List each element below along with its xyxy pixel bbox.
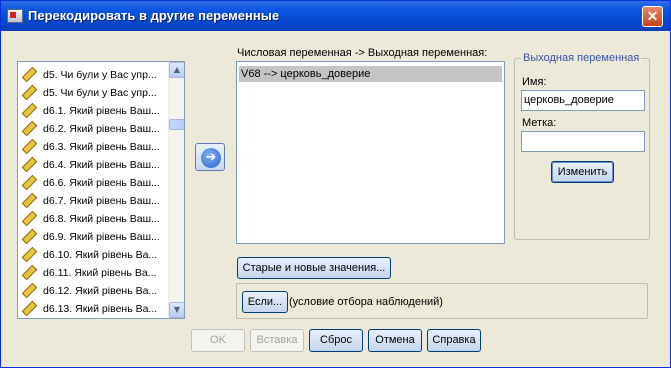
scale-ruler-icon — [21, 120, 38, 136]
scale-ruler-icon — [21, 228, 38, 244]
source-variable-list[interactable]: d5. Чи були у Вас упр... d5. Чи були у Ва… — [17, 61, 185, 319]
output-variable-group-title: Выходная переменная — [521, 52, 642, 64]
variable-list-item[interactable]: d6.2. Який рівень Ваш... — [21, 120, 160, 138]
paste-button[interactable]: Вставка — [250, 329, 304, 352]
variable-label: d6.8. Який рівень Ваш... — [43, 213, 160, 225]
scale-ruler-icon — [21, 264, 38, 280]
variable-label: d6.6. Який рівень Ваш... — [43, 177, 160, 189]
variable-label: d5. Чи були у Вас упр... — [43, 87, 157, 99]
label-label: Метка: — [522, 117, 557, 129]
ok-button[interactable]: OK — [191, 329, 245, 352]
scale-ruler-icon — [21, 282, 38, 298]
variable-label: d6.9. Який рівень Ваш... — [43, 231, 160, 243]
variable-label: d6.7. Який рівень Ваш... — [43, 195, 160, 207]
name-input[interactable]: церковь_доверие — [521, 90, 645, 111]
variable-list-item[interactable]: d6.4. Який рівень Ваш... — [21, 156, 160, 174]
scale-ruler-icon — [21, 300, 38, 316]
variable-label: d6.3. Який рівень Ваш... — [43, 141, 160, 153]
variable-list-item[interactable]: d6.1. Який рівень Ваш... — [21, 102, 160, 120]
scroll-up-button[interactable]: ▲ — [169, 62, 184, 78]
mapping-row[interactable]: V68 --> церковь_доверие — [239, 66, 502, 82]
scale-ruler-icon — [21, 138, 38, 154]
scale-ruler-icon — [21, 84, 38, 100]
variable-label: d6.4. Який рівень Ваш... — [43, 159, 160, 171]
scale-ruler-icon — [21, 210, 38, 226]
scroll-thumb[interactable] — [169, 119, 184, 130]
variable-label: d6.10. Який рівень Ва... — [43, 249, 158, 261]
variable-list-item[interactable]: d6.6. Який рівень Ваш... — [21, 174, 160, 192]
title-bar: Перекодировать в другие переменные ✕ — [1, 1, 670, 31]
variable-list-item[interactable]: d6.12. Який рівень Ва... — [21, 282, 158, 300]
mapping-list[interactable]: V68 --> церковь_доверие — [236, 61, 505, 244]
scale-ruler-icon — [21, 66, 38, 82]
window-title: Перекодировать в другие переменные — [28, 8, 280, 23]
arrow-right-icon: ➜ — [201, 148, 221, 168]
variable-list-item[interactable]: d6.13. Який рівень Ва... — [21, 300, 158, 318]
variable-list-item[interactable]: d6.8. Який рівень Ваш... — [21, 210, 160, 228]
change-button[interactable]: Изменить — [551, 161, 614, 183]
variable-label: d6.1. Який рівень Ваш... — [43, 105, 160, 117]
condition-text: (условие отбора наблюдений) — [289, 296, 443, 308]
mapping-list-label: Числовая переменная -> Выходная переменн… — [237, 47, 488, 59]
scale-ruler-icon — [21, 174, 38, 190]
help-button[interactable]: Справка — [427, 329, 481, 352]
variable-list-item[interactable]: d6.11. Який рівень Ва... — [21, 264, 157, 282]
variable-label: d6.12. Який рівень Ва... — [43, 285, 158, 297]
cancel-button[interactable]: Отмена — [368, 329, 422, 352]
variable-label: d6.13. Який рівень Ва... — [43, 303, 158, 315]
variable-list-item[interactable]: d6.9. Який рівень Ваш... — [21, 228, 160, 246]
variable-list-item[interactable]: d5. Чи були у Вас упр... — [21, 66, 157, 84]
spss-app-icon — [7, 9, 23, 23]
variable-label: d5. Чи були у Вас упр... — [43, 69, 157, 81]
scroll-down-button[interactable]: ▼ — [169, 302, 184, 318]
variable-label: d6.2. Який рівень Ваш... — [43, 123, 160, 135]
variable-label: d6.11. Який рівень Ва... — [43, 267, 157, 279]
variable-list-item[interactable]: d6.10. Який рівень Ва... — [21, 246, 158, 264]
scale-ruler-icon — [21, 156, 38, 172]
scale-ruler-icon — [21, 246, 38, 262]
move-variable-button[interactable]: ➜ — [195, 143, 225, 171]
recode-dialog: Перекодировать в другие переменные ✕ d5.… — [0, 0, 671, 368]
close-button[interactable]: ✕ — [642, 6, 663, 27]
reset-button[interactable]: Сброс — [309, 329, 363, 352]
old-new-values-button[interactable]: Старые и новые значения... — [237, 257, 391, 279]
label-input[interactable] — [521, 131, 645, 152]
variable-list-item[interactable]: d5. Чи були у Вас упр... — [21, 84, 157, 102]
scale-ruler-icon — [21, 102, 38, 118]
if-button[interactable]: Если... — [242, 291, 288, 313]
variable-list-item[interactable]: d6.7. Який рівень Ваш... — [21, 192, 160, 210]
scale-ruler-icon — [21, 192, 38, 208]
variable-list-scrollbar[interactable]: ▲ ▼ — [168, 62, 184, 318]
variable-list-item[interactable]: d6.3. Який рівень Ваш... — [21, 138, 160, 156]
name-label: Имя: — [522, 76, 547, 88]
